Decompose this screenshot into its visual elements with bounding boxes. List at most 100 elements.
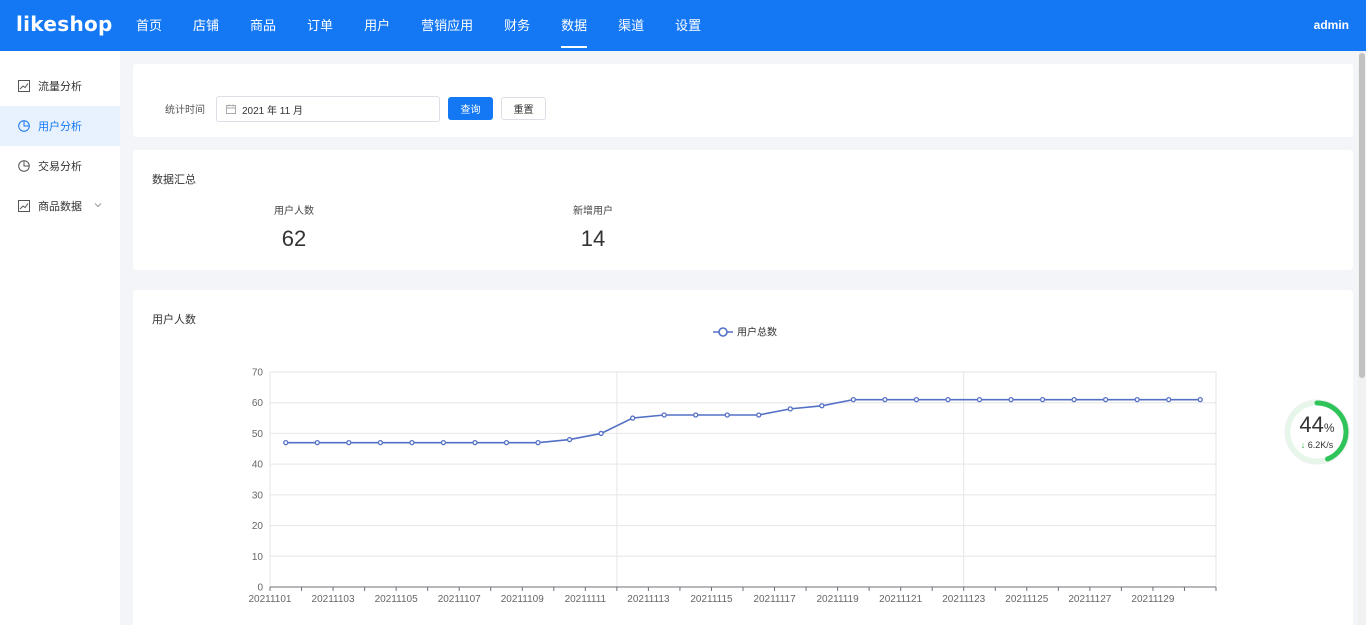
speed-percent: 44% <box>1283 412 1351 438</box>
x-tick-label: 20211115 <box>690 594 733 605</box>
data-point <box>1071 396 1077 403</box>
summary-title: 数据汇总 <box>152 174 196 186</box>
sidebar-item-traffic-analysis[interactable]: 流量分析 <box>0 66 120 106</box>
legend-label: 用户总数 <box>737 326 777 339</box>
data-point <box>756 412 762 418</box>
data-point <box>1008 396 1014 403</box>
sidebar: 流量分析 用户分析 交易分析 商品数据 <box>0 51 120 625</box>
stat-user-count: 用户人数 62 <box>224 202 364 252</box>
sidebar-item-user-analysis[interactable]: 用户分析 <box>0 106 120 146</box>
data-point <box>724 412 730 418</box>
stat-label: 用户人数 <box>274 206 314 217</box>
data-point <box>976 396 983 403</box>
reset-button[interactable]: 重置 <box>501 97 546 120</box>
nav-item-1[interactable]: 店铺 <box>193 0 219 51</box>
top-navbar: likeshop 首页 店铺 商品 订单 用户 营销应用 财务 数据 渠道 设置 admin <box>0 0 1366 51</box>
y-tick-label: 30 <box>252 490 264 501</box>
nav-item-4[interactable]: 用户 <box>364 0 390 51</box>
x-tick-label: 20211107 <box>438 594 481 605</box>
data-point <box>346 439 352 446</box>
y-tick-label: 70 <box>252 368 264 379</box>
x-tick-label: 20211119 <box>816 594 859 605</box>
stat-value: 14 <box>580 226 606 251</box>
logo[interactable]: likeshop <box>16 12 113 36</box>
x-tick-label: 20211105 <box>375 594 418 605</box>
nav-item-3[interactable]: 订单 <box>307 0 333 51</box>
nav-item-7[interactable]: 数据 <box>561 0 588 51</box>
data-point <box>882 396 888 403</box>
data-point <box>1134 396 1140 403</box>
chevron-down-icon[interactable] <box>93 200 103 210</box>
data-point <box>598 430 604 437</box>
stat-new-users: 新增用户 14 <box>523 202 663 252</box>
month-picker-input[interactable]: 2021 年 11 月 <box>216 96 440 122</box>
x-tick-label: 20211123 <box>942 594 985 605</box>
data-point <box>440 439 447 446</box>
y-tick-label: 10 <box>252 552 264 563</box>
nav-item-2[interactable]: 商品 <box>250 0 276 51</box>
calendar-icon <box>226 104 236 114</box>
x-tick-label: 20211121 <box>879 594 922 605</box>
data-point <box>314 439 320 446</box>
user-menu[interactable]: admin <box>1314 0 1349 51</box>
data-point <box>1197 396 1203 403</box>
query-button[interactable]: 查询 <box>448 97 493 120</box>
month-picker-value: 2021 年 11 月 <box>242 105 303 117</box>
page-scrollbar[interactable] <box>1358 51 1366 625</box>
y-tick-label: 0 <box>257 583 263 594</box>
sidebar-item-trade-analysis[interactable]: 交易分析 <box>0 146 120 186</box>
data-point <box>503 439 510 446</box>
data-point <box>629 415 636 421</box>
sidebar-item-label: 用户分析 <box>38 121 82 133</box>
pie-chart-icon <box>18 160 30 172</box>
main-nav: 首页 店铺 商品 订单 用户 营销应用 财务 数据 渠道 设置 <box>136 0 732 51</box>
nav-item-0[interactable]: 首页 <box>136 0 162 51</box>
nav-item-6[interactable]: 财务 <box>504 0 530 51</box>
x-tick-label: 20211101 <box>248 594 291 605</box>
x-tick-label: 20211103 <box>312 594 355 605</box>
data-point <box>1039 396 1046 403</box>
line-chart-icon <box>18 80 30 92</box>
download-arrow-icon: ↓ <box>1300 440 1306 450</box>
nav-item-8[interactable]: 渠道 <box>618 0 644 51</box>
data-point <box>1102 396 1109 403</box>
sidebar-item-goods-data[interactable]: 商品数据 <box>0 186 120 226</box>
series-line <box>285 398 1201 444</box>
data-point <box>787 406 793 412</box>
data-point <box>377 439 384 446</box>
data-summary-panel: 数据汇总 用户人数 62 新增用户 14 <box>133 150 1353 270</box>
data-point <box>661 412 667 418</box>
x-tick-label: 20211109 <box>501 594 544 605</box>
x-tick-label: 20211113 <box>627 594 670 605</box>
data-point <box>566 436 573 443</box>
sidebar-item-label: 商品数据 <box>38 201 82 213</box>
data-point <box>693 412 699 418</box>
x-tick-label: 20211127 <box>1068 594 1111 605</box>
sidebar-item-label: 流量分析 <box>38 81 82 93</box>
user-count-chart-panel: 用户人数 0 10 20 30 40 50 60 70 20211101 20211103 2021… <box>133 290 1353 625</box>
stat-value: 62 <box>281 226 307 251</box>
data-point <box>850 396 857 403</box>
nav-item-9[interactable]: 设置 <box>675 0 701 51</box>
user-count-line-chart: 0 10 20 30 40 50 60 70 20211101 20211103 20211105 2… <box>248 326 1217 605</box>
stat-label: 新增用户 <box>573 206 613 217</box>
y-tick-label: 40 <box>252 460 264 471</box>
x-tick-label: 20211111 <box>565 594 607 605</box>
data-point <box>819 403 825 409</box>
x-tick-label: 20211117 <box>753 594 796 605</box>
network-speed-widget[interactable]: 44% ↓ 6.2K/s <box>1283 398 1351 466</box>
speed-percent-unit: % <box>1323 421 1335 435</box>
data-point <box>1166 396 1172 403</box>
scrollbar-thumb[interactable] <box>1359 53 1365 378</box>
speed-rate-value: 6.2K/s <box>1307 440 1334 450</box>
x-tick-label: 20211125 <box>1005 594 1048 605</box>
data-point <box>535 439 541 446</box>
data-point <box>472 439 478 446</box>
stat-time-label: 统计时间 <box>165 105 205 116</box>
data-point <box>945 396 951 403</box>
filter-panel: 统计时间 2021 年 11 月 查询 重置 <box>133 64 1353 137</box>
line-chart-icon <box>18 200 30 212</box>
x-tick-label: 20211129 <box>1131 594 1174 605</box>
nav-item-5[interactable]: 营销应用 <box>421 0 473 51</box>
pie-chart-icon <box>18 120 30 132</box>
